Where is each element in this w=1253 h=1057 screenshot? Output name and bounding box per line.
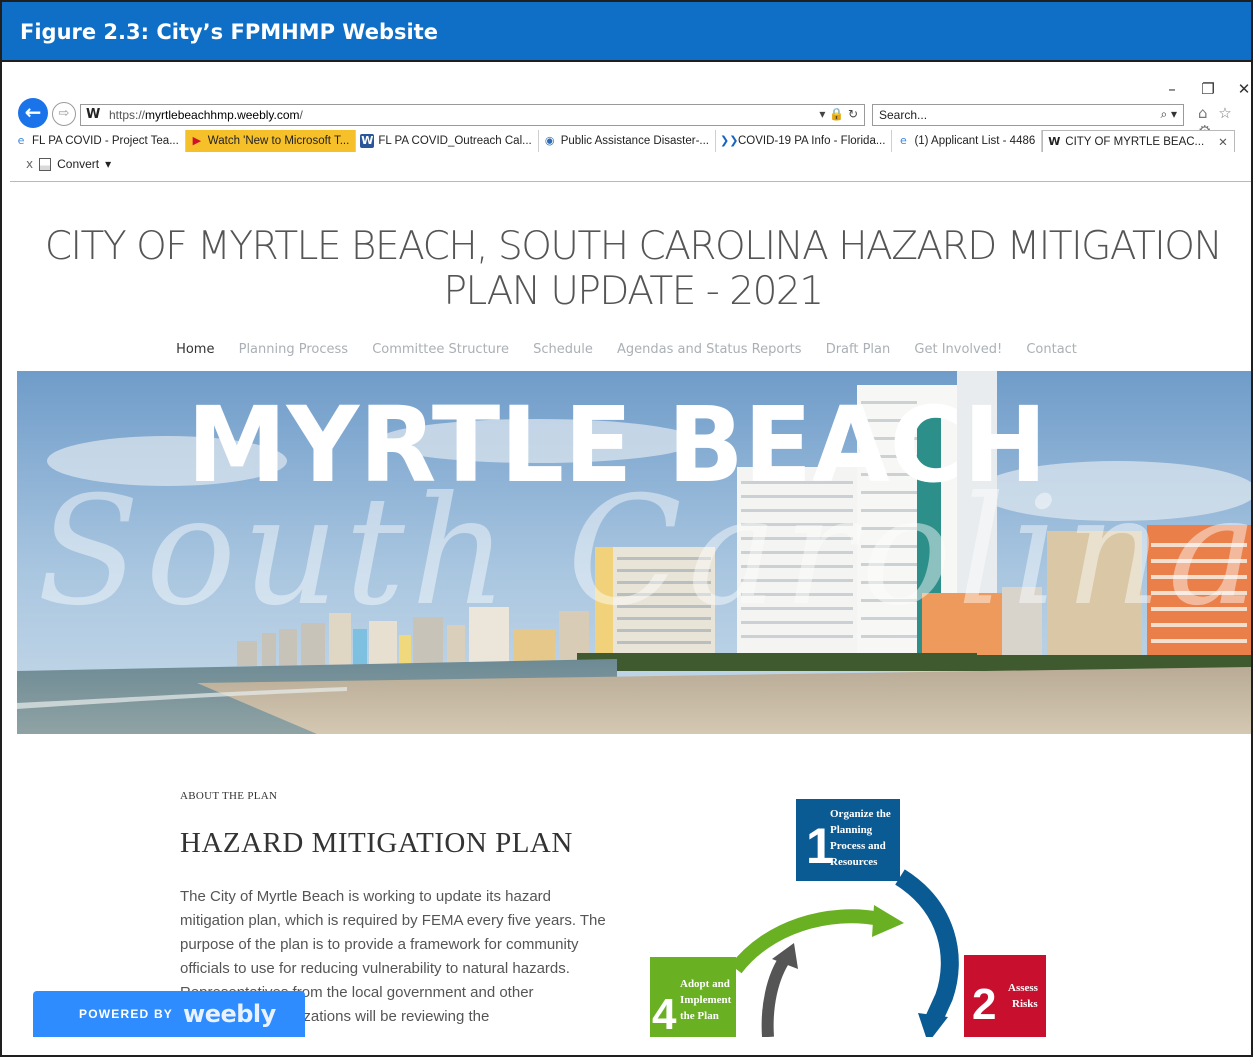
nav-get-involved[interactable]: Get Involved!: [914, 342, 1002, 357]
word-icon: W: [360, 134, 375, 148]
search-icon[interactable]: ⌕ ▾: [1160, 107, 1177, 122]
hero-banner: South Carolina MYRTLE BEACH: [17, 371, 1251, 734]
step-1-line-4: Resources: [830, 856, 878, 868]
cycle-arrow-blue: [894, 869, 959, 1023]
address-bar[interactable]: W https://myrtlebeachhmp.weebly.com/ ▾ 🔒…: [80, 104, 865, 126]
browser-chrome: – ❐ ✕ ← ⇨ W https://myrtlebeachhmp.weebl…: [10, 80, 1251, 182]
site-nav: Home Planning Process Committee Structur…: [0, 342, 1253, 357]
step-1-line-3: Process and: [830, 840, 886, 852]
search-input[interactable]: Search... ⌕ ▾: [872, 104, 1184, 126]
close-icon[interactable]: ✕: [1237, 80, 1251, 98]
step-4-line-1: Adopt and: [680, 978, 730, 990]
tab-city-of-myrtle-beach[interactable]: W CITY OF MYRTLE BEAC... ✕: [1042, 130, 1235, 152]
tab-strip: e FL PA COVID - Project Tea... ▶ Watch '…: [10, 130, 1251, 152]
tab-label: COVID-19 PA Info - Florida...: [738, 135, 886, 147]
chevron-down-icon[interactable]: ▾: [105, 157, 111, 171]
pdf-convert-icon: [39, 157, 52, 171]
powered-by-label: POWERED BY: [79, 1007, 174, 1021]
nav-committee-structure[interactable]: Committee Structure: [372, 342, 509, 357]
address-prefix: https://: [109, 108, 146, 122]
powered-by-weebly-badge[interactable]: POWERED BY weebly: [33, 991, 305, 1037]
nav-agendas-status-reports[interactable]: Agendas and Status Reports: [617, 342, 802, 357]
hero-beach-image: South Carolina MYRTLE BEACH: [17, 371, 1251, 734]
back-button[interactable]: ←: [18, 98, 48, 128]
step-4-line-3: the Plan: [680, 1010, 719, 1022]
convert-button[interactable]: Convert: [57, 157, 99, 171]
tab-label: Watch 'New to Microsoft T...: [207, 135, 350, 147]
tab-close-icon[interactable]: ✕: [1218, 135, 1228, 149]
tab-fl-pa-covid-project[interactable]: e FL PA COVID - Project Tea...: [10, 130, 186, 152]
forward-button[interactable]: ⇨: [52, 102, 76, 126]
planning-cycle-diagram: 1 Organize the Planning Process and Reso…: [650, 799, 1046, 1037]
address-actions-icon[interactable]: ▾ 🔒 ↻: [819, 107, 858, 121]
step-2-number: 2: [972, 980, 996, 1029]
step-1-line-1: Organize the: [830, 808, 891, 820]
weebly-logo: weebly: [183, 1000, 276, 1028]
window-controls: – ❐ ✕: [1165, 80, 1251, 98]
nav-home[interactable]: Home: [176, 342, 214, 357]
cycle-arrow-grey: [761, 953, 792, 1037]
hero-headline: MYRTLE BEACH: [187, 384, 1047, 506]
nav-contact[interactable]: Contact: [1026, 342, 1077, 357]
tab-label: (1) Applicant List - 4486: [914, 135, 1036, 147]
weebly-icon: W: [1048, 134, 1061, 148]
cycle-arrow-green: [730, 909, 882, 974]
address-suffix: /: [299, 108, 303, 122]
nav-draft-plan[interactable]: Draft Plan: [826, 342, 891, 357]
about-label: ABOUT THE PLAN: [180, 790, 278, 802]
tab-covid-pa-info[interactable]: ❯❯ COVID-19 PA Info - Florida...: [716, 130, 893, 152]
tab-label: FL PA COVID_Outreach Cal...: [378, 135, 532, 147]
step-4-number: 4: [652, 990, 677, 1037]
site-title: CITY OF MYRTLE BEACH, SOUTH CAROLINA HAZ…: [44, 224, 1223, 314]
close-command-bar-icon[interactable]: x: [26, 157, 33, 171]
nav-planning-process[interactable]: Planning Process: [239, 342, 348, 357]
tab-label: CITY OF MYRTLE BEAC...: [1065, 135, 1205, 148]
gov-seal-icon: ◉: [544, 134, 555, 147]
restore-icon[interactable]: ❐: [1201, 80, 1215, 98]
tab-label: FL PA COVID - Project Tea...: [32, 135, 179, 147]
search-placeholder: Search...: [879, 108, 928, 122]
ie-icon: e: [17, 134, 25, 147]
tab-outreach-cal[interactable]: W FL PA COVID_Outreach Cal...: [356, 130, 539, 152]
play-icon: ▶: [192, 134, 202, 147]
figure-caption: Figure 2.3: City’s FPMHMP Website: [2, 2, 1251, 62]
step-2-line-1: Assess: [1008, 982, 1039, 994]
tab-watch-microsoft[interactable]: ▶ Watch 'New to Microsoft T...: [185, 130, 357, 152]
address-domain: myrtlebeachhmp.weebly.com: [145, 108, 300, 122]
step-2-line-2: Risks: [1012, 998, 1038, 1010]
nav-schedule[interactable]: Schedule: [533, 342, 593, 357]
weebly-favicon-icon: W: [86, 107, 101, 122]
arrow-icon: ❯❯: [720, 134, 739, 147]
tab-applicant-list[interactable]: e (1) Applicant List - 4486: [892, 130, 1043, 152]
tab-public-assistance[interactable]: ◉ Public Assistance Disaster-...: [539, 130, 716, 152]
tab-label: Public Assistance Disaster-...: [560, 135, 709, 147]
about-title: HAZARD MITIGATION PLAN: [180, 827, 573, 859]
step-4-line-2: Implement: [680, 994, 732, 1006]
command-bar: x Convert ▾: [10, 154, 111, 174]
ie-icon: e: [900, 134, 907, 147]
step-1-line-2: Planning: [830, 824, 873, 836]
minimize-icon[interactable]: –: [1165, 80, 1179, 98]
